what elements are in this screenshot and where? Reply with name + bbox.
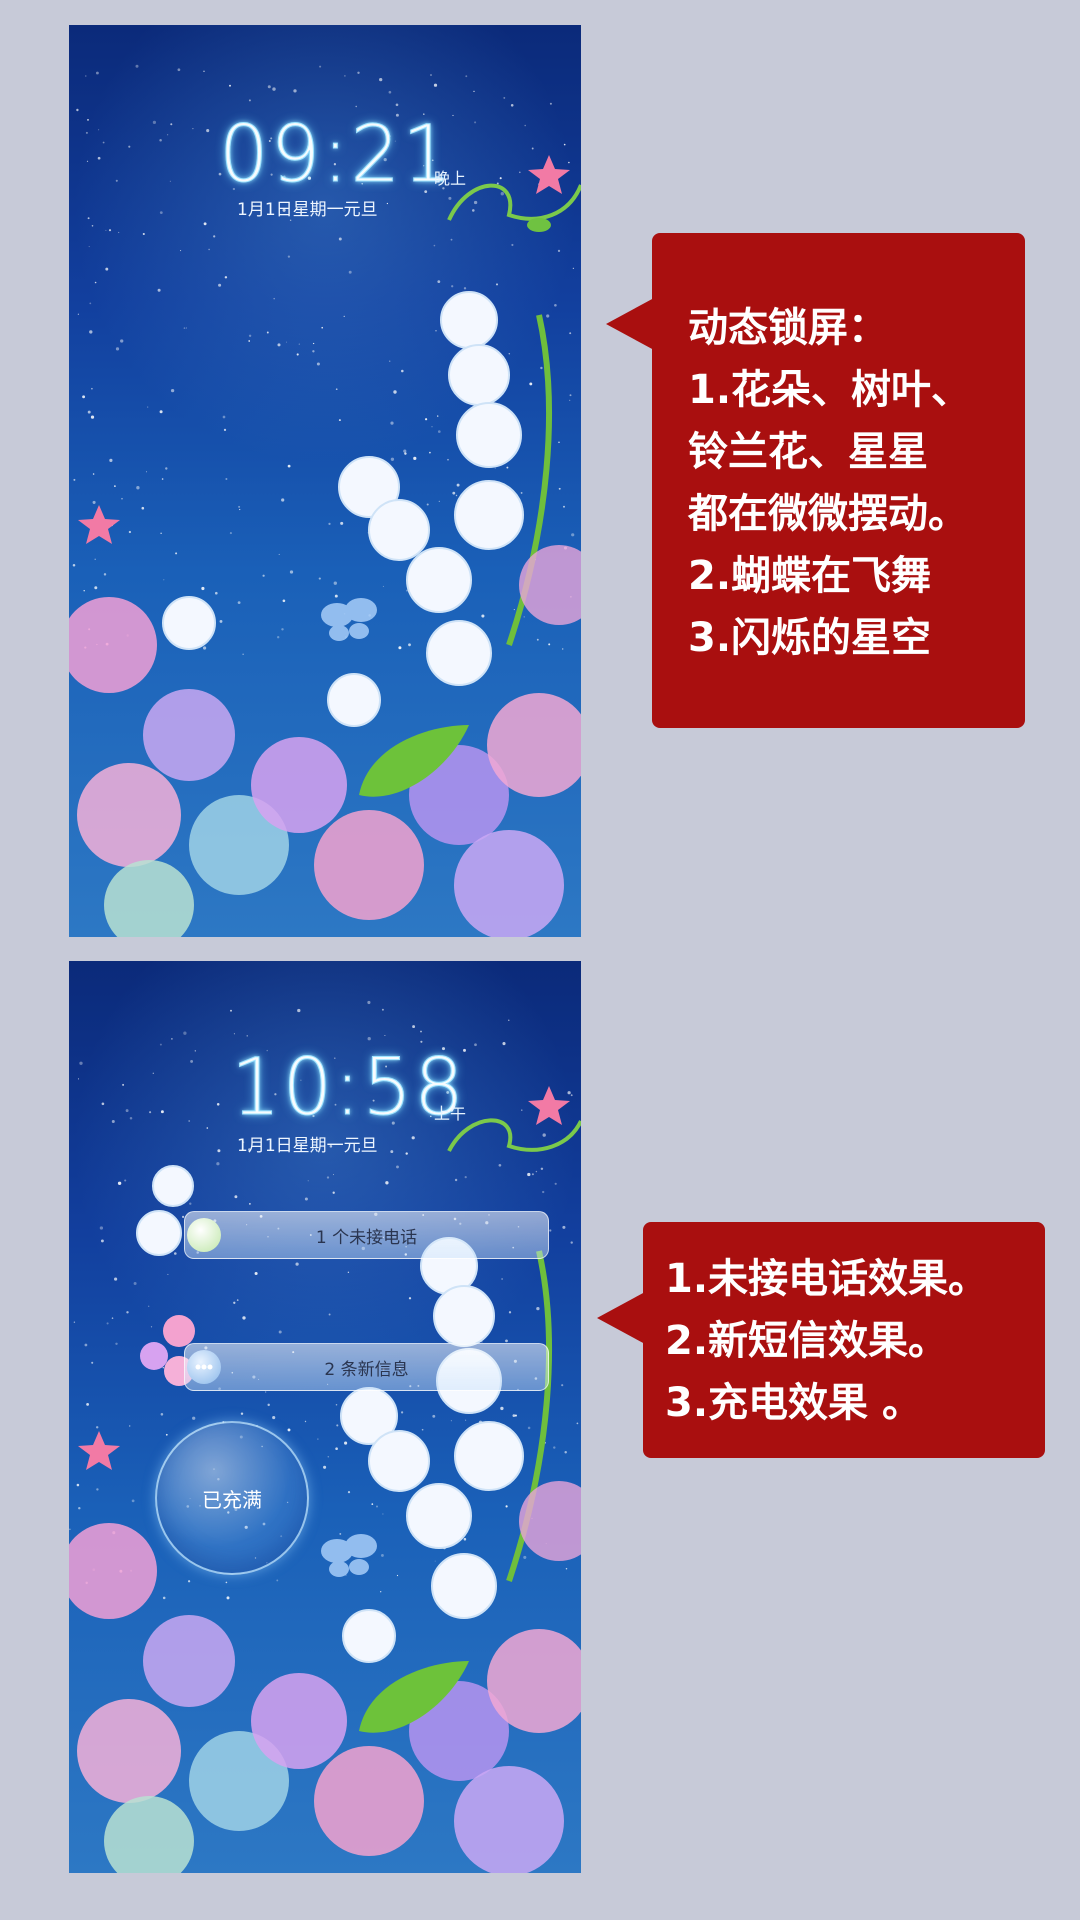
- callout-text: 1.未接电话效果。 2.新短信效果。 3.充电效果 。: [665, 1248, 988, 1434]
- leaf-icon: [527, 218, 551, 232]
- callout-line: 动态锁屏：: [688, 305, 888, 351]
- flower-decoration: [69, 155, 581, 937]
- feature-callout-notifications: 1.未接电话效果。 2.新短信效果。 3.充电效果 。: [597, 1222, 1045, 1458]
- missed-call-icon: [187, 1218, 221, 1252]
- callout-line: 都在微微摆动。: [688, 491, 968, 537]
- butterfly-icon: [321, 598, 377, 641]
- feature-callout-lockscreen: 动态锁屏： 1.花朵、树叶、 铃兰花、星星 都在微微摆动。 2.蝴蝶在飞舞 3.…: [606, 233, 1025, 728]
- callout-pointer: [597, 1292, 645, 1344]
- star-icon: [528, 155, 570, 194]
- star-icon: [78, 505, 120, 544]
- lockscreen-preview-2: 10:58 上午 1月1日星期一元旦 1 个未接电话 2 条新信息 已充满: [69, 961, 581, 1873]
- callout-line: 1.花朵、树叶、: [688, 367, 972, 413]
- vine-icon: [447, 183, 581, 221]
- callout-text: 动态锁屏： 1.花朵、树叶、 铃兰花、星星 都在微微摆动。 2.蝴蝶在飞舞 3.…: [688, 297, 971, 669]
- lily-bells: [162, 291, 524, 727]
- butterfly-icon: [321, 1534, 377, 1577]
- flower-decoration: [69, 1086, 581, 1873]
- message-bubble-icon: [187, 1350, 221, 1384]
- hydrangea-flowers: [69, 1481, 581, 1873]
- new-message-notification[interactable]: 2 条新信息: [184, 1343, 549, 1391]
- lockscreen-preview-1: 09:21 晚上 1月1日星期一元旦: [69, 25, 581, 937]
- hydrangea-flowers: [69, 545, 581, 937]
- callout-line: 2.蝴蝶在飞舞: [688, 553, 932, 599]
- vine-icon: [447, 1118, 581, 1152]
- callout-line: 3.充电效果 。: [665, 1380, 922, 1426]
- star-icon: [78, 1431, 120, 1470]
- star-icon: [528, 1086, 570, 1125]
- notification-label: 2 条新信息: [324, 1359, 409, 1380]
- callout-line: 铃兰花、星星: [688, 429, 928, 475]
- callout-pointer: [606, 298, 654, 350]
- charging-label: 已充满: [202, 1487, 262, 1512]
- charging-status-bubble: 已充满: [155, 1421, 309, 1575]
- callout-line: 2.新短信效果。: [665, 1318, 949, 1364]
- missed-call-notification[interactable]: 1 个未接电话: [184, 1211, 549, 1259]
- callout-line: 1.未接电话效果。: [665, 1256, 989, 1302]
- showcase-canvas: 09:21 晚上 1月1日星期一元旦 10:58 上午 1月1日星期一元旦 1 …: [0, 0, 1080, 1920]
- callout-line: 3.闪烁的星空: [688, 615, 932, 661]
- notification-label: 1 个未接电话: [315, 1227, 418, 1248]
